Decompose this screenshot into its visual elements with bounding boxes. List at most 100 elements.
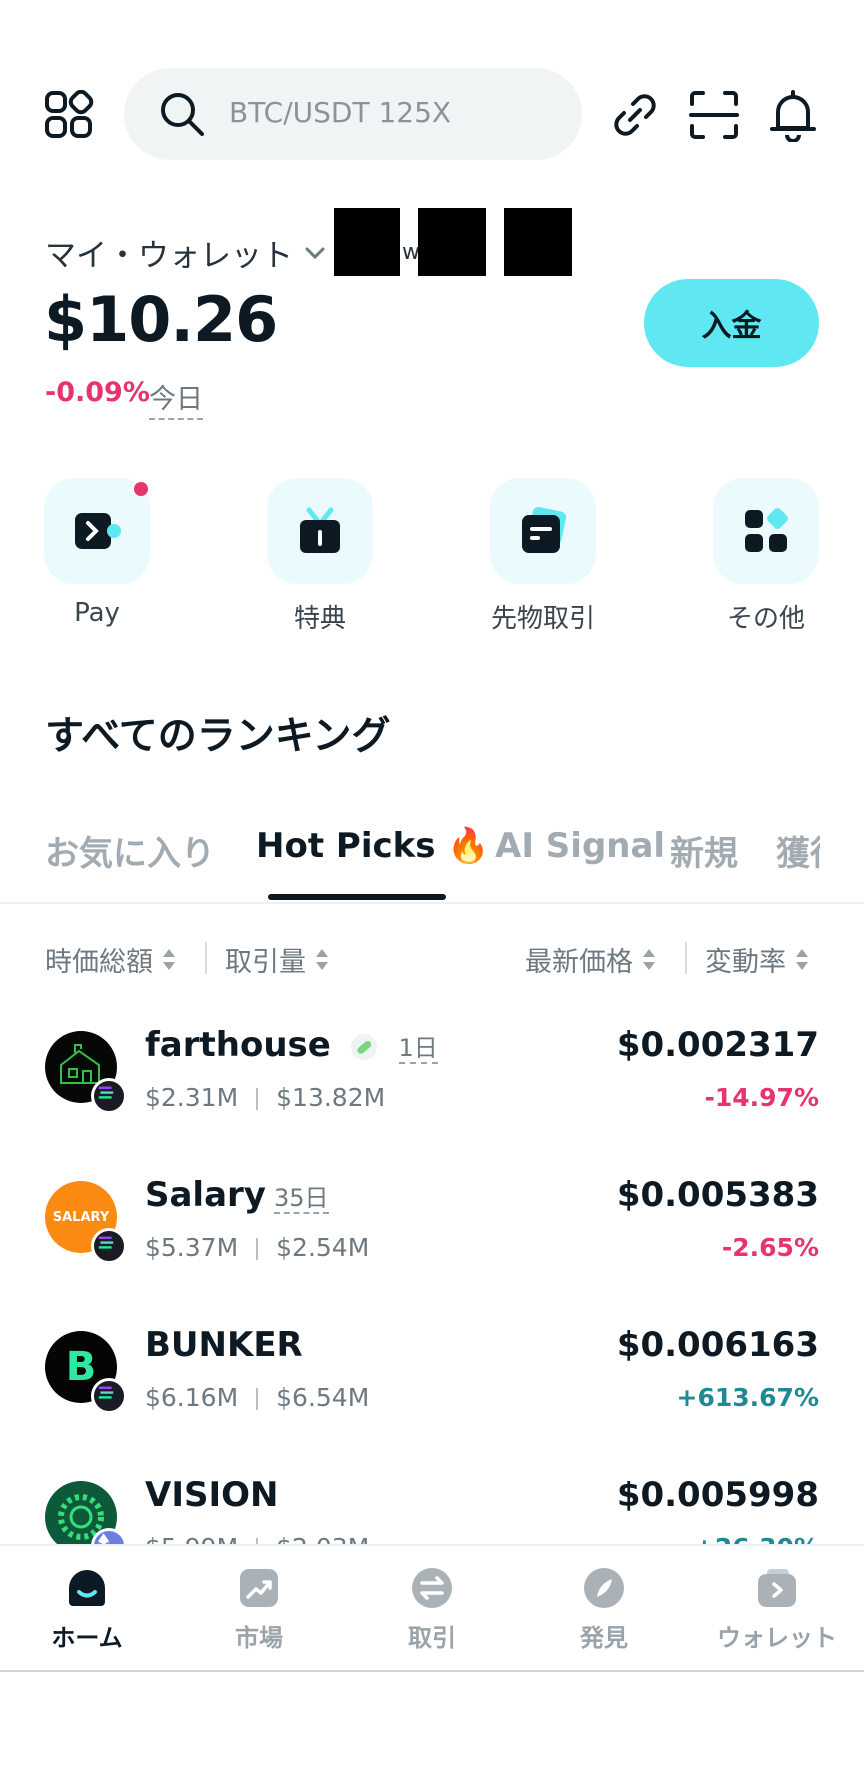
- wallet-selector[interactable]: マイ・ウォレット: [45, 230, 327, 275]
- nav-label: 取引: [408, 1624, 456, 1652]
- token-price: $0.005998: [616, 1481, 819, 1515]
- wallet-label: マイ・ウォレット: [45, 238, 293, 274]
- sort-label: 最新価格: [525, 947, 633, 978]
- tab-new[interactable]: 新規: [670, 826, 738, 875]
- nav-market[interactable]: 市場: [184, 1566, 334, 1653]
- nav-label: ウォレット: [717, 1624, 837, 1652]
- home-icon: [69, 1570, 105, 1606]
- sort-volume[interactable]: 取引量: [225, 940, 328, 979]
- market-icon: [240, 1569, 278, 1607]
- quick-action-label: 先物取引: [490, 604, 595, 634]
- wallet-balance: $10.26: [44, 283, 278, 356]
- market-cap: $5.99M: [145, 1533, 238, 1544]
- volume: $6.54M: [276, 1383, 370, 1412]
- token-name-line: Salary 35日: [145, 1175, 329, 1215]
- search-placeholder: BTC/USDT 125X: [229, 96, 452, 129]
- pill-icon: [350, 1033, 377, 1060]
- pay-button[interactable]: [44, 478, 150, 584]
- token-change: -2.65%: [721, 1233, 819, 1262]
- redacted-block: [334, 208, 400, 276]
- token-name: BUNKER: [145, 1325, 303, 1365]
- solana-chain-icon: [91, 1378, 127, 1414]
- nav-wallet[interactable]: ウォレット: [702, 1566, 852, 1653]
- volume: $2.54M: [276, 1233, 370, 1262]
- sort-label: 取引量: [225, 947, 306, 978]
- token-name-line: BUNKER: [145, 1325, 303, 1365]
- change-period[interactable]: 今日: [149, 377, 203, 420]
- wallet-icon: [758, 1569, 796, 1607]
- ranking-title: すべてのランキング: [45, 714, 391, 759]
- token-stats: $6.16M $6.54M: [145, 1383, 369, 1412]
- token-row[interactable]: VISION $5.99M $2.03M $0.005998 +26.30%: [0, 1481, 864, 1544]
- logo-text: B: [65, 1344, 97, 1390]
- token-age: 1日: [398, 1034, 438, 1064]
- trade-icon: [412, 1568, 452, 1608]
- solana-chain-icon: [91, 1078, 127, 1114]
- nav-label: ホーム: [51, 1624, 123, 1652]
- quick-action-label: その他: [726, 604, 805, 634]
- link-icon[interactable]: [608, 88, 662, 142]
- sort-arrows-icon: [163, 946, 175, 974]
- token-price: $0.005383: [616, 1175, 819, 1215]
- search-bar[interactable]: BTC/USDT 125X: [124, 68, 582, 160]
- divider: [205, 942, 207, 974]
- token-price: $0.002317: [616, 1025, 819, 1065]
- chevron-down-icon: [305, 247, 325, 259]
- market-cap: $6.16M: [145, 1383, 239, 1412]
- logo-text: SALARY: [52, 1209, 110, 1225]
- search-icon: [161, 93, 204, 136]
- volume: $13.82M: [276, 1083, 386, 1112]
- token-name-line: VISION: [145, 1481, 278, 1515]
- nav-home[interactable]: ホーム: [12, 1566, 162, 1653]
- sort-market-cap[interactable]: 時価総額: [45, 940, 175, 979]
- deposit-button[interactable]: 入金: [644, 279, 819, 367]
- rewards-button[interactable]: [267, 478, 373, 584]
- nav-label: 発見: [580, 1624, 628, 1652]
- token-stats: $5.37M $2.54M: [145, 1233, 369, 1262]
- tab-hot-picks[interactable]: Hot Picks 🔥: [256, 826, 490, 866]
- sort-latest-price[interactable]: 最新価格: [525, 940, 655, 979]
- apps-menu-icon[interactable]: [44, 89, 94, 140]
- ethereum-chain-icon: [91, 1528, 127, 1544]
- token-stats: $2.31M $13.82M: [145, 1083, 385, 1112]
- gift-icon: [300, 507, 340, 553]
- tab-favorites[interactable]: お気に入り: [45, 826, 215, 875]
- sort-label: 時価総額: [45, 947, 153, 978]
- market-cap: $2.31M: [145, 1083, 239, 1112]
- sort-change-rate[interactable]: 変動率: [705, 940, 808, 979]
- futures-button[interactable]: [490, 478, 596, 584]
- pay-icon: [75, 513, 121, 549]
- tab-ai-signal[interactable]: AI Signal: [495, 826, 665, 866]
- futures-icon: [522, 506, 567, 553]
- token-stats: $5.99M $2.03M: [145, 1533, 369, 1544]
- market-cap: $5.37M: [145, 1233, 239, 1262]
- notification-bell-icon[interactable]: [766, 88, 820, 143]
- volume: $2.03M: [276, 1533, 369, 1544]
- nav-label: 市場: [235, 1624, 283, 1652]
- tab-gainers[interactable]: 獲得: [776, 826, 820, 875]
- token-name: VISION: [145, 1481, 279, 1515]
- divider: [685, 942, 687, 974]
- sort-arrows-icon: [796, 946, 808, 974]
- token-row[interactable]: SALARY Salary 35日 $5.37M $2.54M $0.005383 …: [0, 1175, 864, 1331]
- token-name: farthouse: [145, 1025, 331, 1065]
- nav-trade[interactable]: 取引: [357, 1566, 507, 1653]
- token-change: +613.67%: [676, 1383, 819, 1412]
- ranking-tabs: お気に入り Hot Picks 🔥 AI Signal 新規 獲得: [0, 818, 864, 902]
- token-price: $0.006163: [616, 1325, 819, 1365]
- scan-icon[interactable]: [687, 88, 741, 142]
- redacted-block: [418, 208, 486, 276]
- more-button[interactable]: [713, 478, 819, 584]
- token-change: +26.30%: [694, 1533, 819, 1544]
- token-change: -14.97%: [704, 1083, 819, 1112]
- nav-discover[interactable]: 発見: [529, 1566, 679, 1653]
- token-age: 35日: [273, 1184, 329, 1214]
- bottom-navigation: ホーム 市場 取引 発見 ウォレット: [0, 1544, 864, 1672]
- token-row[interactable]: farthouse 1日 $2.31M $13.82M $0.002317 -14…: [0, 1025, 864, 1181]
- balance-change: -0.09%: [45, 377, 150, 408]
- discover-icon: [584, 1568, 624, 1608]
- token-name: Salary: [145, 1175, 266, 1215]
- sort-arrows-icon: [643, 946, 655, 974]
- redacted-block: [504, 208, 572, 276]
- token-row[interactable]: B BUNKER $6.16M $6.54M $0.006163 +613.67%: [0, 1325, 864, 1481]
